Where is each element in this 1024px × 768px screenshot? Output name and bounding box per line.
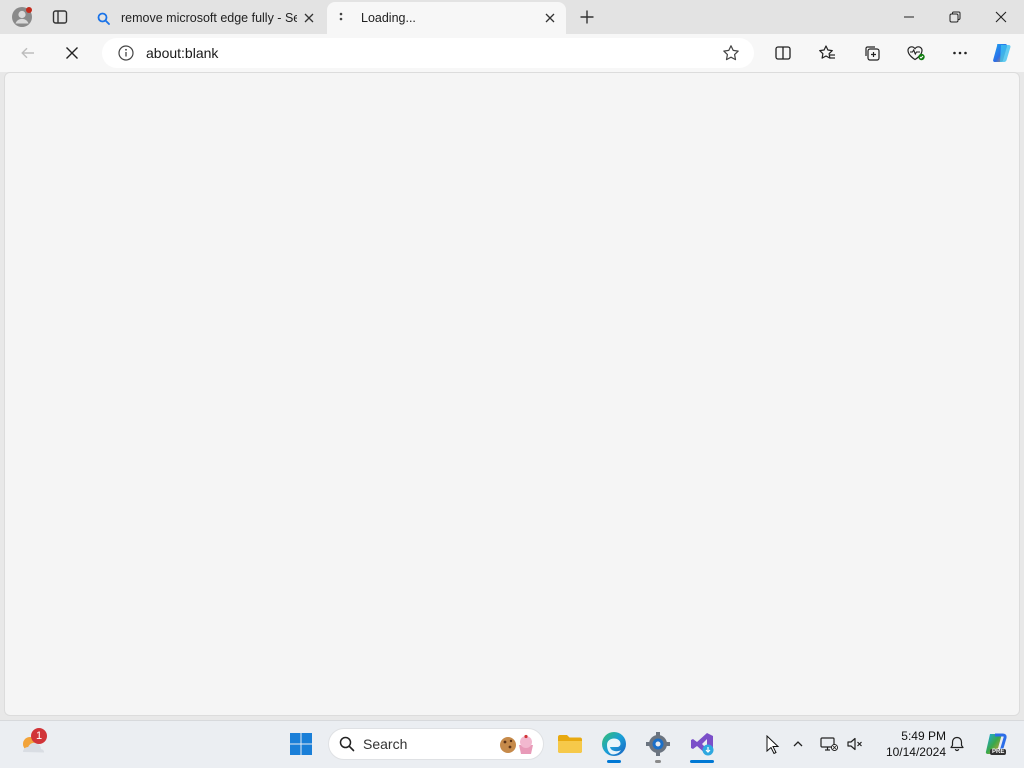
tab-title: remove microsoft edge fully - Sea	[121, 11, 297, 25]
edge-taskbar-button[interactable]	[594, 724, 634, 764]
collections-icon	[865, 46, 880, 61]
loading-spinner-icon	[335, 10, 351, 26]
profile-avatar[interactable]	[7, 2, 37, 32]
notification-badge: 1	[31, 728, 47, 744]
address-bar[interactable]: about:blank	[102, 38, 754, 68]
volume-muted-icon	[847, 737, 862, 751]
system-clock[interactable]: 5:49 PM 10/14/2024	[872, 728, 946, 760]
split-screen-button[interactable]	[767, 38, 799, 68]
address-url[interactable]: about:blank	[146, 45, 218, 61]
chevron-up-icon	[793, 741, 803, 747]
file-explorer-button[interactable]	[550, 724, 590, 764]
close-icon	[66, 47, 78, 59]
collections-button[interactable]	[856, 38, 888, 68]
volume-button[interactable]	[842, 724, 868, 764]
clock-time: 5:49 PM	[901, 729, 946, 743]
copilot-button[interactable]	[986, 38, 1018, 68]
edge-icon	[602, 732, 626, 756]
copilot-taskbar-button[interactable]: PRE	[976, 724, 1016, 764]
settings-taskbar-button[interactable]	[638, 724, 678, 764]
tab-actions-button[interactable]	[45, 2, 75, 32]
preview-badge: PRE	[990, 749, 1007, 755]
split-screen-icon	[775, 46, 791, 60]
network-status-button[interactable]	[816, 724, 842, 764]
favorites-icon	[819, 45, 835, 59]
back-button[interactable]	[12, 38, 44, 68]
vertical-tabs-icon	[52, 10, 68, 24]
close-window-button[interactable]	[978, 0, 1024, 34]
network-icon	[820, 737, 838, 751]
minimize-button[interactable]	[886, 0, 932, 34]
active-app-indicator	[690, 760, 714, 763]
visual-studio-installer-button[interactable]	[682, 724, 722, 764]
favorite-star-icon[interactable]	[722, 44, 740, 62]
weather-widget[interactable]: 1	[12, 724, 52, 764]
tab-loading[interactable]: Loading...	[327, 2, 566, 34]
windows-icon	[290, 733, 312, 755]
running-app-indicator	[655, 760, 661, 763]
browser-essentials-icon	[907, 46, 925, 61]
bell-icon	[950, 736, 964, 752]
new-tab-button[interactable]	[572, 2, 602, 32]
gear-icon	[646, 732, 670, 756]
close-icon	[995, 11, 1007, 23]
plus-icon	[580, 10, 594, 24]
active-app-indicator	[607, 760, 621, 763]
search-label: Search	[363, 736, 408, 752]
start-button[interactable]	[281, 724, 321, 764]
restore-button[interactable]	[932, 0, 978, 34]
favorites-button[interactable]	[811, 38, 843, 68]
search-highlight-icon	[497, 732, 537, 756]
profile-icon	[12, 7, 32, 27]
clock-date: 10/14/2024	[885, 745, 946, 759]
page-content-area[interactable]	[4, 72, 1020, 716]
tab-title: Loading...	[361, 11, 416, 25]
taskbar-search[interactable]: Search	[328, 728, 544, 760]
search-icon	[339, 736, 355, 752]
show-hidden-icons-button[interactable]	[786, 724, 810, 764]
tab-close-icon[interactable]	[297, 6, 321, 30]
restore-icon	[949, 11, 961, 23]
mouse-cursor-icon	[766, 734, 780, 760]
browser-essentials-button[interactable]	[900, 38, 932, 68]
info-icon[interactable]	[118, 45, 134, 61]
back-arrow-icon	[21, 47, 34, 59]
visual-studio-icon	[691, 733, 714, 756]
notifications-button[interactable]	[944, 724, 970, 764]
tab-search-results[interactable]: remove microsoft edge fully - Sea	[87, 2, 325, 34]
folder-icon	[558, 735, 582, 753]
tab-close-icon[interactable]	[538, 6, 562, 30]
search-icon	[95, 10, 111, 26]
stop-loading-button[interactable]	[56, 38, 88, 68]
minimize-icon	[904, 16, 914, 18]
copilot-icon	[993, 44, 1011, 62]
more-options-button[interactable]	[944, 38, 976, 68]
more-options-icon	[953, 51, 967, 55]
